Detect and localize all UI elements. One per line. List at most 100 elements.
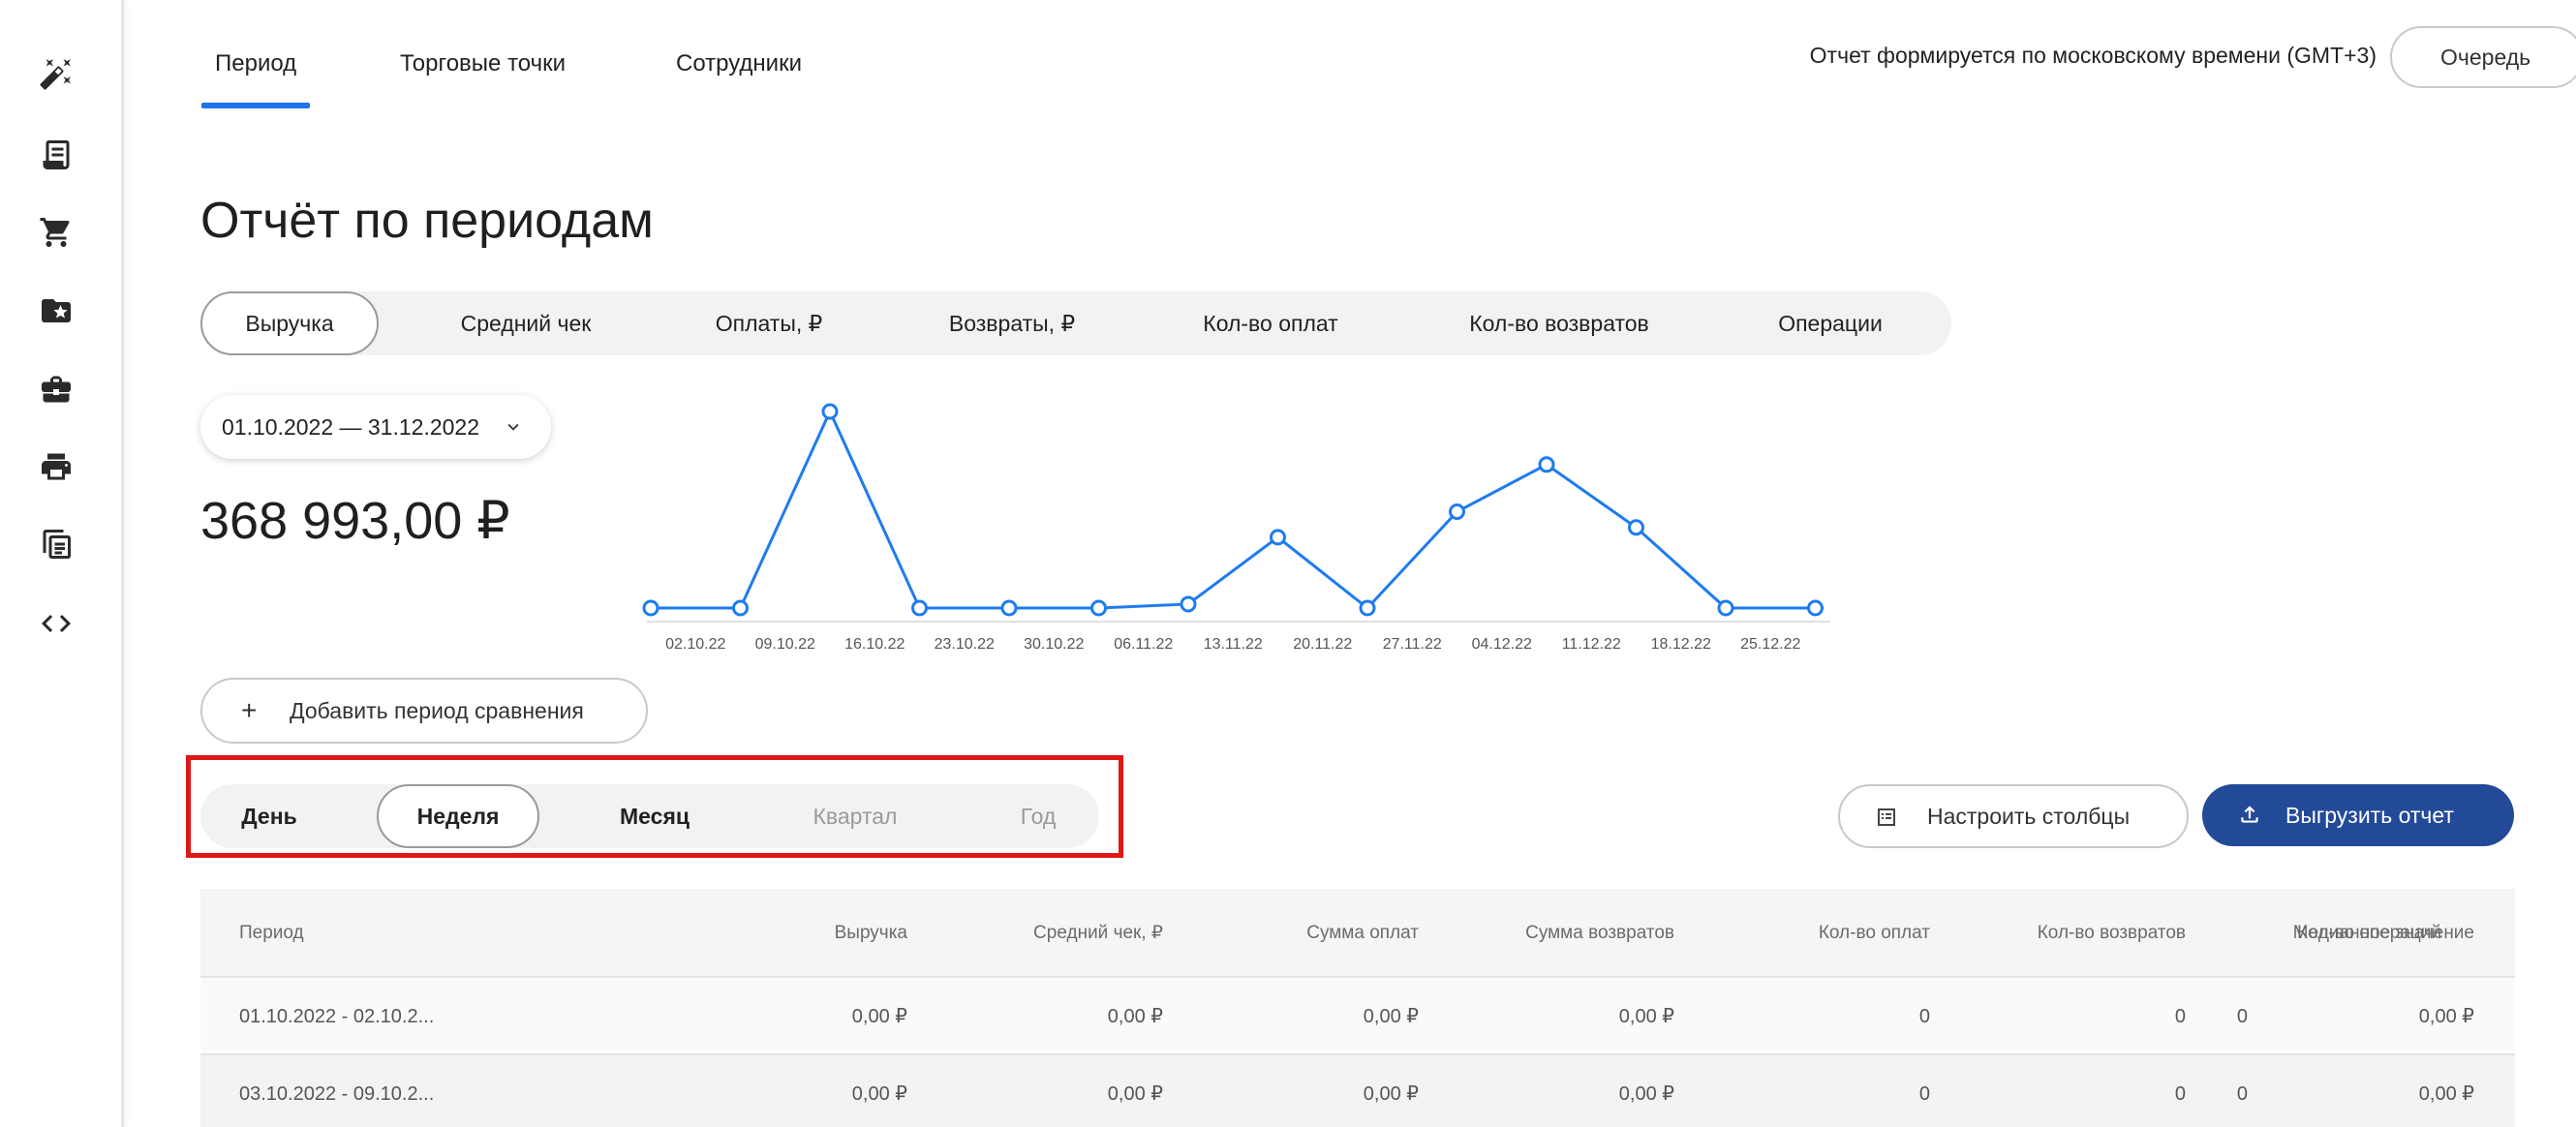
printer-icon[interactable] (35, 445, 77, 488)
total-revenue-value: 368 993,00 ₽ (200, 492, 510, 550)
revenue-line-chart: 02.10.22 09.10.22 16.10.22 23.10.22 30.10.22… (642, 403, 1830, 653)
cell-period: 01.10.2022 - 02.10.2... (239, 1006, 435, 1027)
metric-tab-payments-count[interactable]: Кол-во оплат (1183, 291, 1358, 355)
column-header-average-check[interactable]: Средний чек, ₽ (1033, 889, 1163, 978)
chevron-down-icon (507, 423, 519, 431)
cell-revenue: 0,00 ₽ (851, 1006, 907, 1027)
table-row[interactable]: 01.10.2022 - 02.10.2... 0,00 ₽ 0,00 ₽ 0,… (200, 978, 2515, 1055)
metric-tab-payments[interactable]: Оплаты, ₽ (684, 291, 854, 355)
date-range-value: 01.10.2022 — 31.12.2022 (222, 414, 480, 440)
columns-settings-icon (1878, 808, 1895, 826)
timezone-note: Отчет формируется по московскому времени… (1809, 43, 2377, 68)
x-tick-label: 04.12.22 (1472, 636, 1532, 653)
x-tick-label: 09.10.22 (755, 636, 815, 653)
granularity-day[interactable]: День (215, 784, 323, 848)
active-tab-indicator (201, 103, 310, 108)
cell-operations-count: 0 (2236, 1006, 2248, 1027)
granularity-quarter: Квартал (813, 804, 898, 829)
chart-point[interactable] (821, 403, 839, 420)
x-tick-label: 11.12.22 (1562, 636, 1621, 653)
column-header-period[interactable]: Период (239, 889, 304, 978)
cell-average-check: 0,00 ₽ (1107, 1083, 1163, 1105)
chart-point[interactable] (642, 599, 659, 617)
chart-point[interactable] (1807, 599, 1824, 617)
cell-refunds-sum: 0,00 ₽ (1618, 1083, 1674, 1105)
cell-payments-count: 0 (1918, 1006, 1930, 1027)
configure-columns-label: Настроить столбцы (1927, 804, 2131, 829)
cell-payments-sum: 0,00 ₽ (1363, 1083, 1419, 1105)
chart-point[interactable] (1180, 595, 1197, 613)
granularity-week[interactable]: Неделя (377, 784, 539, 848)
cell-median: 0,00 ₽ (2418, 1006, 2474, 1027)
chart-point[interactable] (732, 599, 749, 617)
add-period-label: Добавить период сравнения (290, 698, 584, 723)
metric-tab-revenue[interactable]: Выручка (200, 291, 379, 355)
chart-point[interactable] (1538, 456, 1555, 473)
cell-revenue: 0,00 ₽ (851, 1083, 907, 1105)
report-table: Период Выручка Средний чек, ₽ Сумма опла… (200, 889, 2515, 1127)
magic-wand-icon[interactable] (35, 52, 77, 95)
chart-series-line (651, 408, 1816, 611)
cell-refunds-sum: 0,00 ₽ (1618, 1006, 1674, 1027)
table-row[interactable]: 03.10.2022 - 09.10.2... 0,00 ₽ 0,00 ₽ 0,… (200, 1055, 2515, 1127)
cell-payments-sum: 0,00 ₽ (1363, 1006, 1419, 1027)
chart-point[interactable] (1270, 529, 1286, 546)
column-header-payments-sum[interactable]: Сумма оплат (1306, 889, 1419, 978)
column-header-refunds-count[interactable]: Кол-во возвратов (2038, 889, 2186, 978)
x-tick-label: 25.12.22 (1740, 636, 1800, 653)
x-tick-label: 02.10.22 (665, 636, 725, 653)
cell-median: 0,00 ₽ (2418, 1083, 2474, 1105)
chart-point[interactable] (911, 599, 928, 617)
metric-tab-refunds-count[interactable]: Кол-во возвратов (1451, 291, 1668, 355)
export-report-button[interactable]: Выгрузить отчет (2202, 784, 2514, 846)
briefcase-icon[interactable] (35, 368, 77, 411)
cell-operations-count: 0 (2236, 1083, 2248, 1105)
cell-payments-count: 0 (1918, 1083, 1930, 1105)
metric-tab-refunds[interactable]: Возвраты, ₽ (930, 291, 1094, 355)
metric-tab-operations[interactable]: Операции (1763, 291, 1898, 355)
column-header-median[interactable]: Медианное значение (2293, 889, 2474, 978)
table-header: Период Выручка Средний чек, ₽ Сумма опла… (200, 889, 2515, 978)
chart-point[interactable] (1449, 503, 1465, 521)
column-header-revenue[interactable]: Выручка (835, 889, 907, 978)
column-header-payments-count[interactable]: Кол-во оплат (1819, 889, 1930, 978)
cell-average-check: 0,00 ₽ (1107, 1006, 1163, 1027)
cell-refunds-count: 0 (2174, 1083, 2186, 1105)
x-tick-label: 13.11.22 (1204, 636, 1263, 653)
export-report-label: Выгрузить отчет (2285, 803, 2454, 828)
metric-tab-average-check[interactable]: Средний чек (426, 291, 626, 355)
x-tick-label: 06.11.22 (1114, 636, 1173, 653)
cell-period: 03.10.2022 - 09.10.2... (239, 1083, 435, 1105)
upload-icon (2241, 806, 2258, 823)
page-title: Отчёт по периодам (200, 193, 654, 249)
add-comparison-period-button[interactable]: + Добавить период сравнения (200, 678, 648, 744)
x-tick-label: 18.12.22 (1651, 636, 1711, 653)
sidebar (0, 0, 124, 1127)
x-tick-label: 27.11.22 (1383, 636, 1442, 653)
chart-point[interactable] (1359, 599, 1376, 617)
x-tick-label: 16.10.22 (844, 636, 905, 653)
column-header-refunds-sum[interactable]: Сумма возвратов (1525, 889, 1674, 978)
cell-refunds-count: 0 (2174, 1006, 2186, 1027)
granularity-month[interactable]: Месяц (593, 784, 717, 848)
chart-point[interactable] (1090, 599, 1107, 617)
chart-point[interactable] (1000, 599, 1018, 617)
ledger-icon[interactable] (35, 523, 77, 565)
receipt-icon[interactable] (35, 134, 77, 176)
cart-icon[interactable] (35, 211, 77, 254)
configure-columns-button[interactable]: Настроить столбцы (1838, 784, 2189, 848)
x-tick-label: 23.10.22 (935, 636, 995, 653)
date-range-picker[interactable]: 01.10.2022 — 31.12.2022 (200, 395, 551, 459)
queue-button[interactable]: Очередь (2390, 26, 2576, 88)
x-tick-label: 30.10.22 (1024, 636, 1084, 653)
chart-point[interactable] (1628, 519, 1644, 536)
tab-period[interactable]: Период (215, 50, 296, 77)
plus-icon: + (241, 695, 258, 725)
granularity-year: Год (1020, 804, 1057, 829)
tab-outlets[interactable]: Торговые точки (400, 50, 566, 77)
code-icon[interactable] (35, 602, 77, 645)
chart-point[interactable] (1717, 599, 1734, 617)
tab-employees[interactable]: Сотрудники (676, 50, 802, 77)
x-tick-label: 20.11.22 (1293, 636, 1352, 653)
folder-star-icon[interactable] (35, 289, 77, 332)
